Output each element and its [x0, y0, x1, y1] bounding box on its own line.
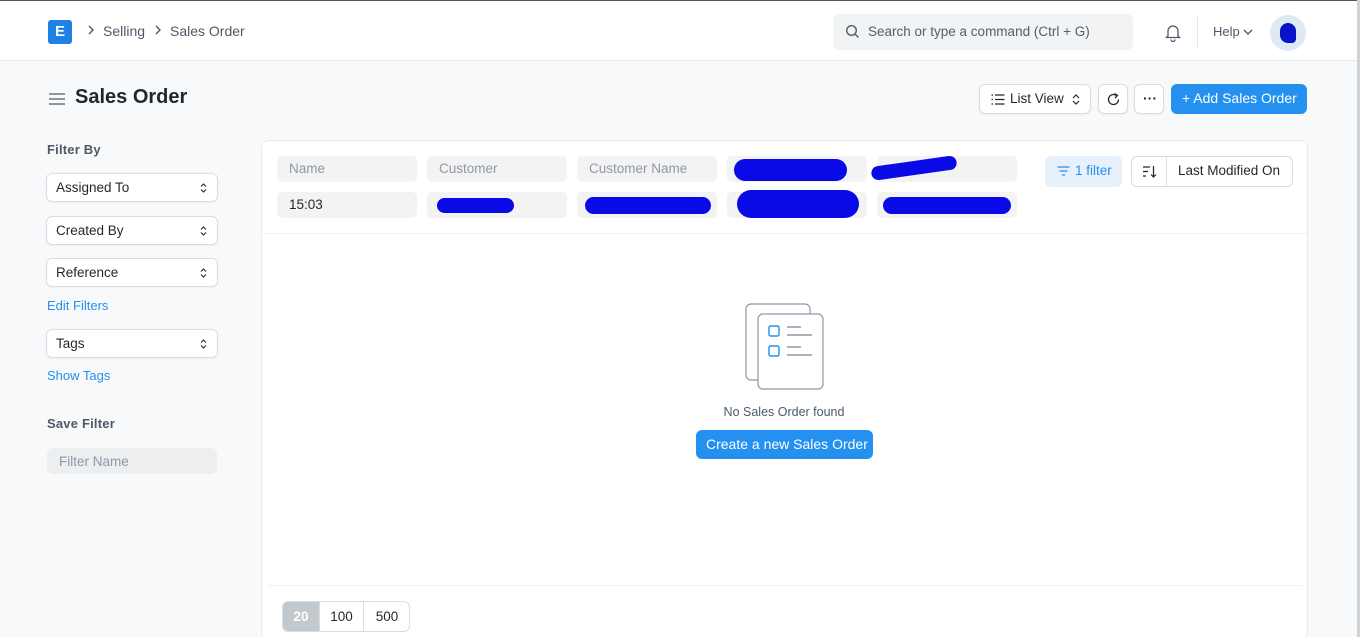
customer-placeholder: Customer	[439, 161, 498, 176]
chevron-right-icon	[155, 25, 161, 35]
list-view-selector[interactable]: List View	[979, 84, 1091, 114]
sidebar-toggle-icon[interactable]	[48, 92, 66, 106]
filter-label: Reference	[56, 265, 119, 280]
select-arrows-icon	[200, 339, 207, 349]
filter-count-label: 1 filter	[1075, 163, 1112, 178]
redaction-mark	[883, 197, 1011, 214]
redaction-mark	[734, 159, 847, 181]
show-tags-link[interactable]: Show Tags	[47, 368, 110, 383]
filter-assigned-to[interactable]: Assigned To	[46, 173, 218, 202]
page-size-20[interactable]: 20	[283, 602, 320, 631]
create-new-sales-order-button[interactable]: Create a new Sales Order	[696, 430, 873, 459]
select-arrows-icon	[200, 268, 207, 278]
user-avatar[interactable]	[1270, 15, 1306, 51]
sort-descending-icon	[1143, 166, 1157, 178]
redacted-filter-field[interactable]	[577, 192, 717, 218]
customer-name-placeholder: Customer Name	[589, 161, 688, 176]
search-placeholder: Search or type a command (Ctrl + G)	[868, 24, 1090, 39]
filter-label: Tags	[56, 336, 85, 351]
list-icon	[991, 94, 1005, 105]
add-button-label: + Add Sales Order	[1182, 90, 1297, 106]
redacted-filter-field[interactable]	[427, 192, 567, 218]
filter-tags[interactable]: Tags	[46, 329, 218, 358]
edit-filters-link[interactable]: Edit Filters	[47, 298, 108, 313]
time-filter-field[interactable]: 15:03	[277, 192, 417, 218]
redacted-filter-field[interactable]	[727, 156, 867, 182]
refresh-button[interactable]	[1098, 84, 1128, 114]
empty-state-container: No Sales Order found	[0, 405, 1360, 419]
navbar-divider	[1197, 17, 1198, 47]
filter-icon	[1057, 166, 1070, 176]
filter-reference[interactable]: Reference	[46, 258, 218, 287]
filter-by-heading: Filter By	[47, 142, 101, 157]
page-size-500[interactable]: 500	[364, 602, 409, 631]
redacted-filter-field[interactable]	[870, 155, 1017, 182]
select-arrows-icon	[200, 183, 207, 193]
app-logo[interactable]: E	[48, 20, 72, 44]
more-dots: ···	[1143, 90, 1157, 106]
time-value: 15:03	[289, 197, 323, 212]
list-view-label: List View	[1010, 91, 1064, 106]
customer-name-filter-field[interactable]: Customer Name	[577, 156, 717, 182]
top-navbar: E Selling Sales Order Search or type a c…	[0, 0, 1357, 61]
help-menu[interactable]: Help	[1213, 24, 1240, 39]
filter-name-input[interactable]	[47, 448, 217, 474]
sort-selector[interactable]: Last Modified On	[1131, 156, 1293, 187]
redacted-filter-field[interactable]	[727, 190, 867, 218]
name-filter-field[interactable]: Name	[277, 156, 417, 182]
list-header-divider	[262, 233, 1307, 234]
name-placeholder: Name	[289, 161, 326, 176]
filter-label: Assigned To	[56, 180, 130, 195]
sort-order-button[interactable]	[1132, 157, 1167, 186]
search-icon	[845, 24, 859, 38]
sort-field-label[interactable]: Last Modified On	[1178, 163, 1280, 178]
redaction-mark	[585, 197, 711, 214]
filter-button[interactable]: 1 filter	[1045, 156, 1122, 187]
chevron-right-icon	[88, 25, 94, 35]
redaction-mark	[437, 198, 514, 213]
redacted-filter-field[interactable]	[877, 192, 1017, 218]
empty-message: No Sales Order found	[723, 405, 845, 419]
customer-filter-field[interactable]: Customer	[427, 156, 567, 182]
breadcrumb-selling[interactable]: Selling	[103, 23, 145, 39]
avatar-redaction	[1280, 23, 1296, 43]
redaction-mark	[737, 190, 859, 218]
page-size-selector: 20 100 500	[282, 601, 410, 632]
breadcrumb-sales-order[interactable]: Sales Order	[170, 23, 245, 39]
select-arrows-icon	[200, 226, 207, 236]
footer-divider	[268, 585, 1303, 586]
chevron-down-icon	[1243, 29, 1253, 35]
notification-bell-icon[interactable]	[1163, 22, 1183, 42]
search-bar[interactable]: Search or type a command (Ctrl + G)	[833, 14, 1133, 50]
page-title: Sales Order	[75, 86, 188, 108]
more-actions-button[interactable]: ···	[1134, 84, 1164, 114]
add-sales-order-button[interactable]: + Add Sales Order	[1171, 84, 1307, 114]
create-button-label: Create a new Sales Order	[706, 436, 868, 452]
empty-list-illustration	[745, 303, 824, 390]
refresh-icon	[1107, 92, 1120, 106]
page-size-100[interactable]: 100	[320, 602, 364, 631]
select-arrows-icon	[1072, 94, 1080, 105]
filter-label: Created By	[56, 223, 124, 238]
redaction-mark	[870, 155, 958, 181]
filter-created-by[interactable]: Created By	[46, 216, 218, 245]
